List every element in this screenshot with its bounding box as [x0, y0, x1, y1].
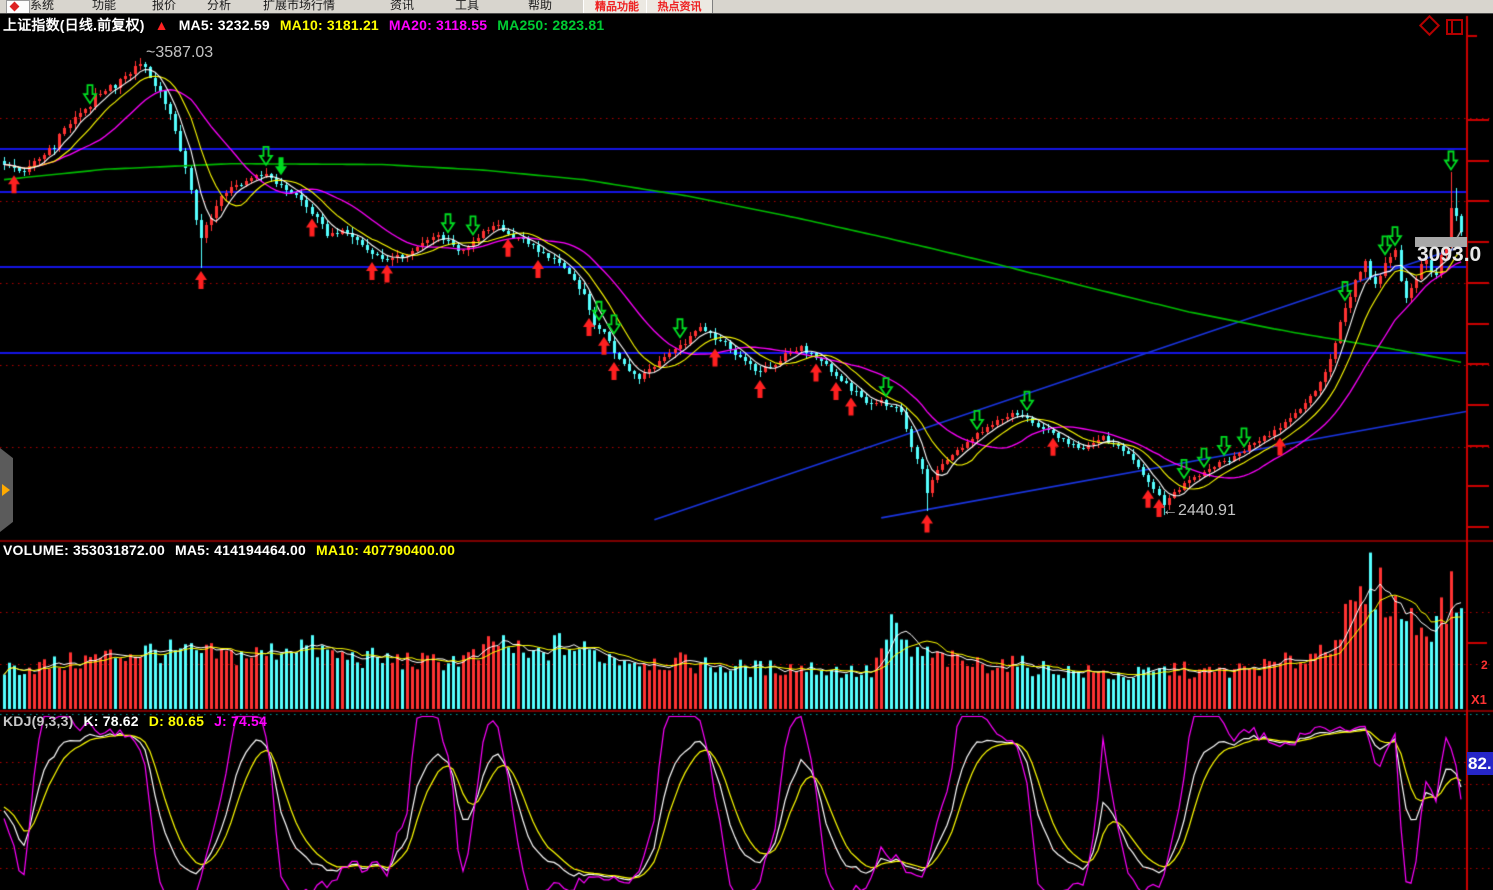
kdj-pane-title-row: KDJ(9,3,3) K: 78.62 D: 80.65 J: 74.54	[3, 713, 277, 729]
volume-ma5-value: MA5: 414194464.00	[175, 542, 306, 558]
chart-area: 上证指数(日线.前复权) ▲ MA5: 3232.59 MA10: 3181.21 MA…	[0, 13, 1493, 890]
hline-price-label: 3093.0	[1417, 243, 1481, 267]
volume-scale-tick-label: 2	[1481, 658, 1488, 672]
ma250-value: MA250: 2823.81	[497, 17, 604, 33]
price-volume-kdj-chart[interactable]	[0, 13, 1493, 890]
menu-item-analysis[interactable]: 分析	[207, 0, 231, 13]
volume-value: VOLUME: 353031872.00	[3, 542, 165, 558]
menu-bar: 系统 功能 报价 分析 扩展市场行情 资讯 工具 帮助 精品功能 热点资讯	[0, 0, 1493, 14]
app-logo[interactable]	[6, 0, 30, 14]
peak-price-label: ~3587.03	[146, 44, 213, 62]
app-logo-mark	[10, 2, 20, 12]
left-panel-tab[interactable]	[0, 448, 13, 532]
window-divider	[1451, 21, 1453, 33]
promo-button-1[interactable]: 精品功能	[583, 0, 651, 14]
ma10-value: MA10: 3181.21	[280, 17, 379, 33]
expand-arrow-icon	[2, 484, 10, 496]
menu-item-quotes[interactable]: 报价	[152, 0, 176, 13]
volume-pane-title-row: VOLUME: 353031872.00 MA5: 414194464.00 MA1…	[3, 542, 465, 558]
window-layout-icon[interactable]	[1446, 19, 1463, 35]
trend-up-icon: ▲	[155, 17, 169, 33]
main-pane-title-row: 上证指数(日线.前复权) ▲ MA5: 3232.59 MA10: 3181.21 MA…	[3, 15, 614, 35]
kdj-k-value: K: 78.62	[83, 713, 138, 729]
promo-button-2[interactable]: 热点资讯	[646, 0, 713, 14]
volume-ma10-value: MA10: 407790400.00	[316, 542, 455, 558]
volume-scale-multiplier: X1	[1471, 692, 1487, 707]
kdj-axis-value: 82.	[1467, 752, 1493, 775]
symbol-title: 上证指数(日线.前复权)	[3, 17, 145, 33]
menu-item-system[interactable]: 系统	[30, 0, 54, 13]
trough-price-label: ←2440.91	[1162, 502, 1236, 520]
kdj-d-value: D: 80.65	[149, 713, 204, 729]
menu-item-function[interactable]: 功能	[92, 0, 116, 13]
menu-item-news[interactable]: 资讯	[390, 0, 414, 13]
kdj-axis-value-box: 82.	[1467, 752, 1493, 775]
kdj-j-value: J: 74.54	[214, 713, 267, 729]
ma5-value: MA5: 3232.59	[179, 17, 270, 33]
corner-icons	[1422, 17, 1463, 35]
menu-item-ext-market[interactable]: 扩展市场行情	[263, 0, 335, 13]
menu-item-help[interactable]: 帮助	[528, 0, 552, 13]
kdj-title: KDJ(9,3,3)	[3, 713, 73, 729]
diamond-icon[interactable]	[1419, 15, 1440, 36]
menu-item-tools[interactable]: 工具	[455, 0, 479, 13]
ma20-value: MA20: 3118.55	[389, 17, 487, 33]
